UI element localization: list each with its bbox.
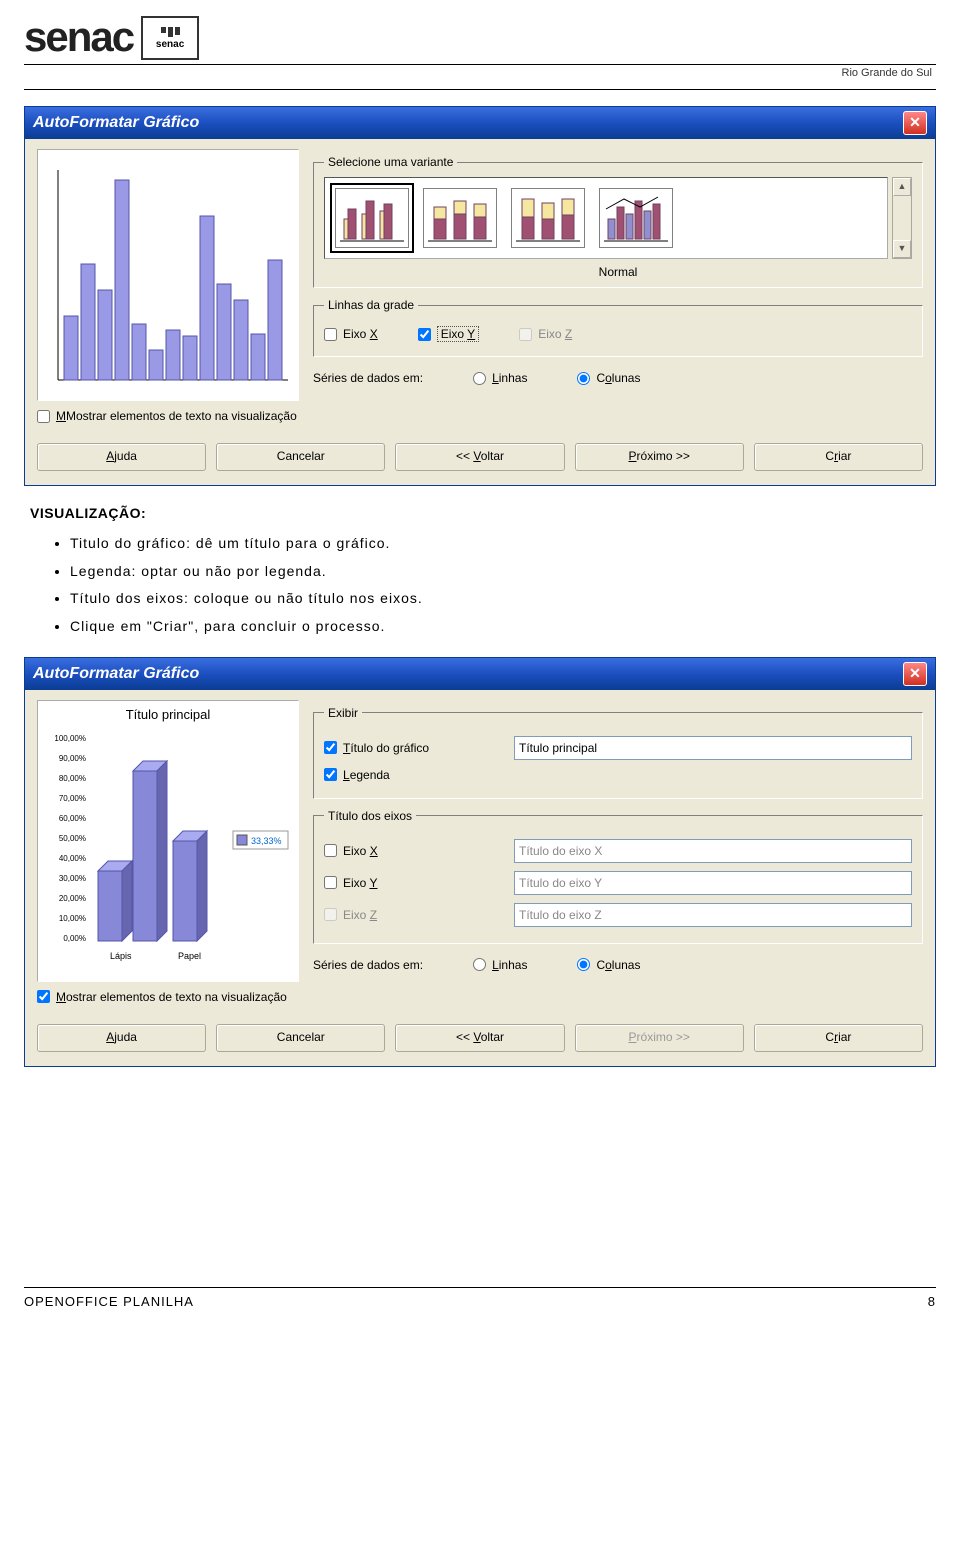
display-legend: Exibir — [324, 706, 362, 720]
variant-name: Normal — [324, 265, 912, 279]
svg-text:Lápis: Lápis — [110, 951, 132, 961]
bullet-2: Legenda: optar ou não por legenda. — [70, 560, 930, 584]
dialog1-title: AutoFormatar Gráfico — [33, 114, 199, 132]
series-label: Séries de dados em: — [313, 371, 423, 385]
svg-text:0,00%: 0,00% — [63, 934, 86, 943]
variant-thumb-4[interactable] — [599, 188, 673, 248]
variant-thumb-1[interactable] — [335, 188, 409, 248]
header-subhead: Rio Grande do Sul — [24, 67, 936, 90]
scroll-down-icon[interactable]: ▼ — [893, 240, 911, 258]
svg-text:20,00%: 20,00% — [59, 894, 86, 903]
series-lines-radio[interactable]: Linhas — [473, 371, 527, 385]
series-cols-radio[interactable]: Colunas — [577, 371, 640, 385]
svg-text:40,00%: 40,00% — [59, 854, 86, 863]
axis-z-input[interactable] — [514, 903, 912, 927]
series-cols-radio-2[interactable]: Colunas — [577, 958, 640, 972]
grid-legend: Linhas da grade — [324, 298, 418, 312]
senac-small-logo: senac — [141, 16, 199, 60]
variant-thumb-3[interactable] — [511, 188, 585, 248]
cancel-button[interactable]: Cancelar — [216, 443, 385, 471]
show-text-checkbox-2[interactable]: Mostrar elementos de texto na visualizaç… — [37, 990, 299, 1004]
variant-thumbnails[interactable] — [324, 177, 888, 259]
next-button[interactable]: Próximo >> — [575, 443, 744, 471]
svg-text:100,00%: 100,00% — [54, 734, 86, 743]
next-button-2: Próximo >> — [575, 1024, 744, 1052]
footer-left: OPENOFFICE PLANILHA — [24, 1294, 194, 1309]
axis-y-checkbox[interactable]: Eixo Y — [418, 326, 479, 342]
svg-text:Papel: Papel — [178, 951, 201, 961]
axis-x-check-2[interactable]: Eixo X — [324, 844, 504, 858]
help-button[interactable]: Ajuda — [37, 443, 206, 471]
dialog-autoformat-2: AutoFormatar Gráfico ✕ Título principal … — [24, 657, 936, 1067]
back-button[interactable]: << Voltar — [395, 443, 564, 471]
scroll-up-icon[interactable]: ▲ — [893, 178, 911, 196]
help-button-2[interactable]: Ajuda — [37, 1024, 206, 1052]
show-text-checkbox[interactable]: MMostrar elementos de texto na visualiza… — [37, 409, 299, 423]
chart-title-input[interactable] — [514, 736, 912, 760]
svg-text:90,00%: 90,00% — [59, 754, 86, 763]
svg-text:30,00%: 30,00% — [59, 874, 86, 883]
axes-legend: Título dos eixos — [324, 809, 416, 823]
legend-checkbox[interactable]: Legenda — [324, 768, 504, 782]
axis-y-input[interactable] — [514, 871, 912, 895]
back-button-2[interactable]: << Voltar — [395, 1024, 564, 1052]
axis-x-checkbox[interactable]: Eixo X — [324, 327, 378, 341]
create-button[interactable]: Criar — [754, 443, 923, 471]
variant-thumb-2[interactable] — [423, 188, 497, 248]
senac-logo: senac — [24, 16, 133, 58]
svg-text:80,00%: 80,00% — [59, 774, 86, 783]
svg-text:33,33%: 33,33% — [251, 836, 282, 846]
footer-page: 8 — [928, 1294, 936, 1309]
svg-text:50,00%: 50,00% — [59, 834, 86, 843]
section-heading: VISUALIZAÇÃO: — [30, 502, 930, 526]
chart-preview-1 — [37, 149, 299, 401]
svg-text:Título principal: Título principal — [126, 707, 211, 722]
series-label-2: Séries de dados em: — [313, 958, 423, 972]
cancel-button-2[interactable]: Cancelar — [216, 1024, 385, 1052]
axis-z-checkbox: Eixo Z — [519, 327, 572, 341]
svg-text:60,00%: 60,00% — [59, 814, 86, 823]
dialog-autoformat-1: AutoFormatar Gráfico ✕ MMostrar elemento… — [24, 106, 936, 486]
variant-scrollbar[interactable]: ▲ ▼ — [892, 177, 912, 259]
close-icon[interactable]: ✕ — [903, 662, 927, 686]
axis-y-check-2[interactable]: Eixo Y — [324, 876, 504, 890]
svg-text:70,00%: 70,00% — [59, 794, 86, 803]
svg-text:10,00%: 10,00% — [59, 914, 86, 923]
close-icon[interactable]: ✕ — [903, 111, 927, 135]
chart-title-checkbox[interactable]: Título do gráfico — [324, 741, 504, 755]
axis-z-check-2: Eixo Z — [324, 908, 504, 922]
series-lines-radio-2[interactable]: Linhas — [473, 958, 527, 972]
bullet-1: Titulo do gráfico: dê um título para o g… — [70, 532, 930, 556]
chart-preview-2: Título principal 100,00% 90,00% 80,00% 70,0… — [37, 700, 299, 982]
create-button-2[interactable]: Criar — [754, 1024, 923, 1052]
bullet-4: Clique em "Criar", para concluir o proce… — [70, 615, 930, 639]
variant-legend: Selecione uma variante — [324, 155, 457, 169]
dialog2-title: AutoFormatar Gráfico — [33, 665, 199, 683]
axis-x-input[interactable] — [514, 839, 912, 863]
bullet-3: Título dos eixos: coloque ou não título … — [70, 587, 930, 611]
